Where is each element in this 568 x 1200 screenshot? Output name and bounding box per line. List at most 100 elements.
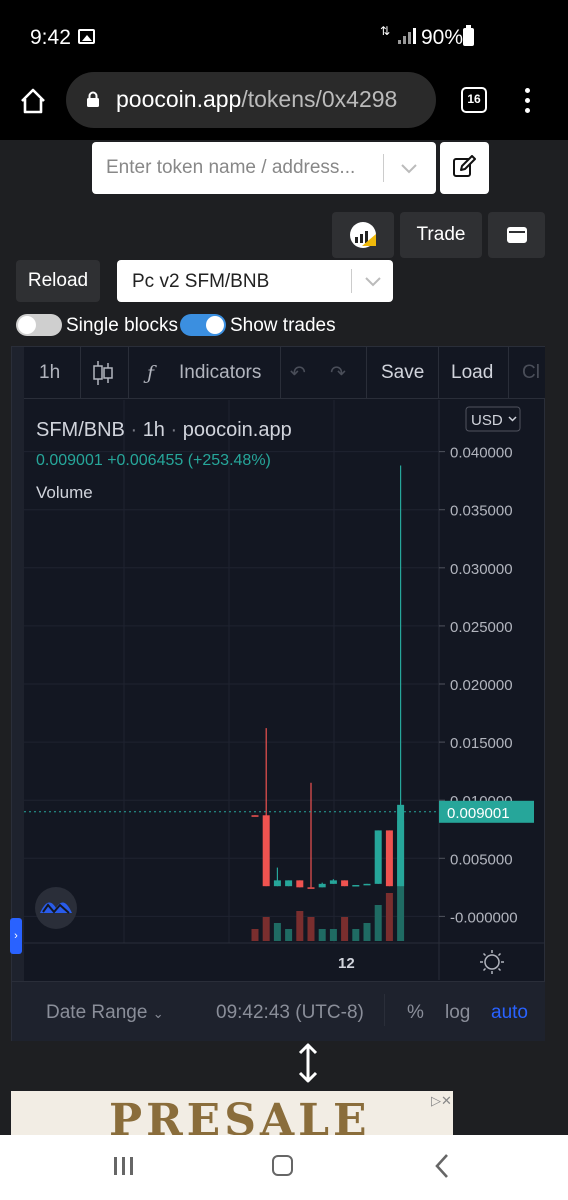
candle-body (374, 830, 382, 884)
status-time: 9:42 (30, 26, 71, 49)
last-price-line: 0.009001 (24, 800, 534, 823)
more-menu-icon[interactable] (520, 86, 536, 116)
edit-button[interactable] (440, 142, 489, 194)
auto-scale-button[interactable]: auto (491, 1002, 528, 1024)
expand-toolbar-button[interactable]: › (10, 918, 22, 954)
percent-scale-button[interactable]: % (407, 1002, 424, 1024)
legend-interval: 1h (143, 419, 165, 441)
legend-symbol: SFM/BNB (36, 419, 125, 441)
edit-icon (453, 155, 476, 177)
ad-banner[interactable]: PRESALE ▷✕ (11, 1091, 453, 1135)
toolbar-divider (384, 994, 385, 1026)
price-tick-label: 0.025000 (450, 619, 513, 636)
candle-body (262, 815, 270, 887)
pair-select[interactable]: Pc v2 SFM/BNB (117, 260, 393, 302)
trade-button[interactable]: Trade (400, 212, 482, 258)
chart-header-toolbar: 1h ƒ Indicators ↶ ↷ Save Load Cl (24, 347, 545, 399)
toggle-knob (18, 316, 36, 334)
candle-body (273, 880, 281, 887)
candle-body (251, 815, 259, 817)
candles-icon[interactable] (92, 360, 114, 386)
volume-bar (296, 911, 304, 941)
url-path: /tokens/0x4298 (241, 86, 398, 112)
pair-select-value: Pc v2 SFM/BNB (132, 271, 270, 292)
url-bar[interactable]: poocoin.app/tokens/0x4298 (66, 72, 436, 128)
status-bar: 9:42 ⇅ 90% (0, 0, 568, 72)
redo-icon[interactable]: ↷ (330, 362, 346, 385)
price-chart[interactable]: 0.040000 0.035000 0.030000 0.025000 0.020000… (24, 400, 545, 980)
load-button[interactable]: Load (451, 362, 493, 384)
time-tick-label: 12 (338, 955, 355, 972)
candle-body (296, 880, 304, 888)
candle-body (341, 880, 349, 887)
toolbar-divider (280, 347, 281, 399)
time-axis: 12 (338, 955, 355, 972)
chart-toggle-button[interactable] (332, 212, 394, 258)
toolbar-divider (80, 347, 81, 399)
currency-selector[interactable]: USD (465, 406, 521, 432)
candle-body (285, 880, 293, 887)
single-blocks-toggle[interactable] (16, 314, 62, 336)
show-trades-toggle[interactable] (180, 314, 226, 336)
candle-body (307, 887, 315, 889)
browser-toolbar: poocoin.app/tokens/0x4298 16 (0, 72, 568, 140)
candle-body (363, 883, 371, 886)
show-trades-label: Show trades (230, 315, 336, 336)
home-icon[interactable] (18, 86, 48, 116)
undo-icon[interactable]: ↶ (290, 362, 306, 385)
chevron-down-icon: ⌄ (152, 1006, 164, 1021)
candle-body (385, 830, 393, 887)
candles (251, 465, 405, 889)
legend-price: 0.009001 (36, 452, 103, 469)
indicators-button[interactable]: Indicators (179, 362, 261, 384)
token-search-input[interactable] (92, 142, 382, 194)
candle-body (329, 880, 337, 884)
legend-volume: Volume (36, 483, 93, 502)
price-tick-label: 0.015000 (450, 735, 513, 752)
resize-vertical-icon[interactable] (296, 1043, 320, 1083)
reload-button[interactable]: Reload (16, 260, 100, 302)
legend-change: +0.006455 (+253.48%) (107, 452, 271, 469)
interval-button[interactable]: 1h (39, 362, 60, 384)
save-button[interactable]: Save (381, 362, 424, 384)
tradingview-logo-icon[interactable] (35, 887, 77, 929)
clear-button[interactable]: Cl (522, 362, 540, 384)
battery-percent: 90% (421, 26, 464, 49)
ad-choices-icon[interactable]: ▷✕ (431, 1093, 453, 1113)
volume-bar (307, 917, 315, 941)
volume-bar (273, 923, 281, 941)
data-transfer-icon: ⇅ (379, 24, 391, 38)
volume-bar (329, 929, 337, 941)
price-tick-label: 0.035000 (450, 503, 513, 520)
legend-dot: · (125, 419, 143, 441)
volume-bar (363, 923, 371, 941)
search-divider (383, 154, 384, 182)
settings-gear-icon[interactable] (480, 950, 504, 974)
chart-bottom-toolbar: Date Range ⌄ 09:42:43 (UTC-8) % log auto (12, 981, 545, 1041)
system-nav-bar (0, 1135, 568, 1200)
back-icon[interactable] (434, 1153, 450, 1179)
home-nav-icon[interactable] (272, 1155, 293, 1176)
date-range-label: Date Range (46, 1002, 148, 1023)
candle-body (318, 883, 326, 888)
toolbar-divider (128, 347, 129, 399)
volume-bar (251, 929, 259, 941)
log-scale-button[interactable]: log (445, 1002, 470, 1024)
toolbar-divider (438, 347, 439, 399)
date-range-button[interactable]: Date Range ⌄ (46, 1002, 164, 1024)
currency-label: USD (471, 412, 503, 429)
url-host: poocoin.app (116, 86, 242, 112)
tab-switcher-button[interactable]: 16 (461, 87, 487, 113)
page-content: Trade Reload Pc v2 SFM/BNB Single blocks… (0, 140, 568, 1135)
chevron-down-icon (365, 277, 381, 287)
last-price-label: 0.009001 (447, 805, 510, 822)
recents-icon[interactable] (114, 1157, 134, 1175)
tradingview-chart: 1h ƒ Indicators ↶ ↷ Save Load Cl 0.04000… (11, 346, 545, 1041)
battery-icon (463, 25, 474, 46)
wallet-button[interactable] (488, 212, 545, 258)
volume-bar (341, 917, 349, 941)
toolbar-divider (366, 347, 367, 399)
price-axis: 0.040000 0.035000 0.030000 0.025000 0.020000… (439, 445, 518, 926)
volume-bar (385, 893, 393, 941)
chevron-down-icon[interactable] (398, 158, 420, 178)
